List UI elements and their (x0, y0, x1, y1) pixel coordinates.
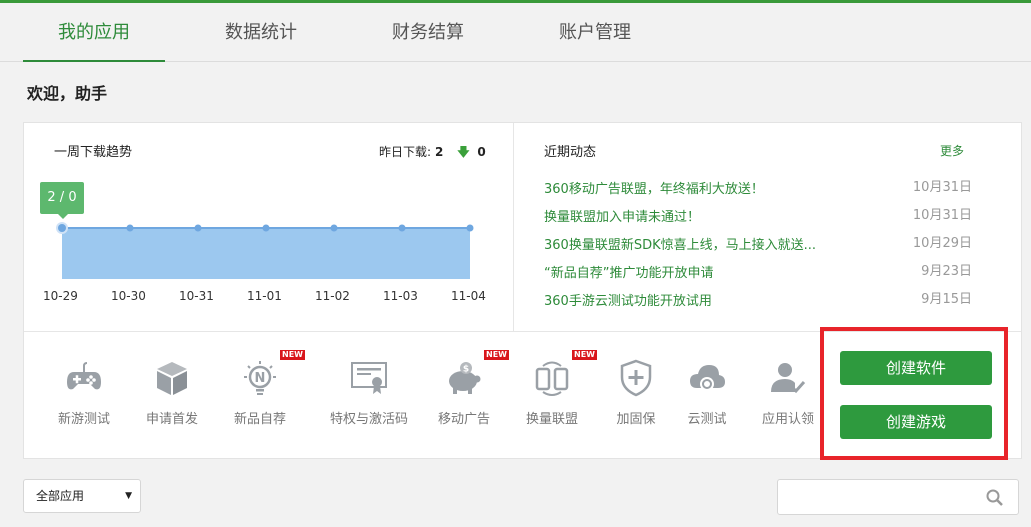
tool-label: 特权与激活码 (329, 412, 408, 427)
cloud-icon (690, 365, 725, 391)
tool-exchange-alliance[interactable]: 换量联盟 NEW (512, 350, 597, 427)
search-icon[interactable] (986, 489, 1004, 507)
chart-point[interactable] (398, 224, 406, 232)
new-badge: NEW (572, 350, 597, 360)
tool-mobile-ads[interactable]: $ 移动广告 NEW (424, 350, 509, 427)
x-tick-label: 11-01 (247, 289, 282, 303)
x-tick-label: 11-02 (315, 289, 350, 303)
yesterday-downloads: 昨日下载: 2 🡇 0 (379, 143, 486, 164)
news-item-1[interactable]: 360移动广告联盟，年终福利大放送！ (544, 178, 764, 197)
tool-label: 移动广告 (437, 412, 490, 427)
new-badge: NEW (484, 350, 509, 360)
svg-text:N: N (255, 371, 266, 386)
shield-plus-icon (620, 359, 652, 397)
vertical-divider (513, 123, 514, 331)
yesterday-count: 2 (435, 145, 444, 159)
news-item-5[interactable]: 360手游云测试功能开放试用 (544, 290, 712, 309)
chart-point[interactable] (126, 224, 134, 232)
x-tick-label: 11-04 (451, 289, 486, 303)
tab-financial-settlement[interactable]: 财务结算 (357, 3, 499, 62)
tool-privilege-activation-code[interactable]: 特权与激活码 (319, 358, 419, 427)
more-link[interactable]: 更多 (940, 142, 964, 159)
news-item-4[interactable]: “新品自荐”推广功能开放申请 (544, 262, 713, 281)
chart-point[interactable] (194, 224, 202, 232)
chart-area (62, 228, 470, 279)
create-game-button[interactable]: 创建游戏 (840, 405, 992, 439)
news-date-1: 10月31日 (912, 180, 972, 195)
chart-tooltip: 2 / 0 (40, 182, 84, 219)
create-software-button[interactable]: 创建软件 (840, 351, 992, 385)
new-badge: NEW (280, 350, 305, 360)
caret-down-icon: ▼ (125, 491, 132, 501)
x-tick-label: 10-30 (111, 289, 146, 303)
tool-label: 换量联盟 (525, 412, 578, 427)
news-title: 近期动态 (544, 145, 597, 160)
top-navigation: 我的应用 数据统计 财务结算 账户管理 (0, 0, 1031, 62)
welcome-text: 欢迎，助手 (27, 84, 108, 103)
swap-phones-icon (535, 361, 569, 396)
yesterday-label: 昨日下载: (379, 145, 432, 159)
news-date-3: 10月29日 (912, 236, 972, 251)
search-box[interactable] (777, 479, 1019, 515)
tool-label: 加固保 (616, 412, 656, 427)
chart-point[interactable] (466, 224, 474, 232)
chart-point[interactable] (330, 224, 338, 232)
tool-label: 云测试 (687, 412, 727, 427)
tool-new-product-recommend[interactable]: N 新品自荐 NEW (220, 350, 305, 427)
tab-my-apps[interactable]: 我的应用 (23, 3, 165, 62)
search-input[interactable] (778, 480, 978, 514)
chart-point[interactable] (58, 224, 66, 232)
app-filter-value: 全部应用 (36, 489, 85, 503)
x-tick-label: 10-29 (43, 289, 78, 303)
tool-new-game-test[interactable]: 新游测试 (44, 358, 124, 427)
tool-label: 新品自荐 (233, 412, 286, 427)
trend-title: 一周下载趋势 (54, 145, 133, 160)
user-check-icon (771, 363, 806, 394)
tool-label: 新游测试 (57, 412, 110, 427)
down-arrow-icon: 🡇 (457, 145, 470, 159)
change-value: 0 (477, 145, 486, 159)
app-filter-select[interactable]: 全部应用 ▼ (23, 479, 141, 513)
news-item-2[interactable]: 换量联盟加入申请未通过！ (544, 206, 700, 225)
news-date-2: 10月31日 (912, 208, 972, 223)
tool-app-claim[interactable]: 应用认领 (748, 358, 828, 427)
tool-label: 应用认领 (761, 412, 814, 427)
tool-apply-first-release[interactable]: 申请首发 (132, 358, 212, 427)
chart-point[interactable] (262, 224, 270, 232)
certificate-icon (351, 362, 387, 394)
tab-data-statistics[interactable]: 数据统计 (190, 3, 332, 62)
x-tick-label: 11-03 (383, 289, 418, 303)
piggy-bank-icon: $ (449, 362, 481, 394)
news-item-3[interactable]: 360换量联盟新SDK惊喜上线，马上接入就送... (544, 234, 816, 253)
tool-reinforce-protect[interactable]: 加固保 (596, 358, 676, 427)
tab-account-management[interactable]: 账户管理 (524, 3, 666, 62)
tool-label: 申请首发 (145, 412, 198, 427)
x-tick-label: 10-31 (179, 289, 214, 303)
box-icon (157, 362, 187, 395)
gamepad-icon (67, 362, 101, 390)
tool-cloud-test[interactable]: 云测试 (667, 358, 747, 427)
news-date-5: 9月15日 (921, 292, 972, 307)
download-trend-chart (56, 222, 474, 279)
news-date-4: 9月23日 (921, 264, 972, 279)
svg-text:$: $ (463, 365, 469, 375)
new-bulb-icon: N (244, 361, 276, 395)
highlight-box (820, 327, 1008, 460)
